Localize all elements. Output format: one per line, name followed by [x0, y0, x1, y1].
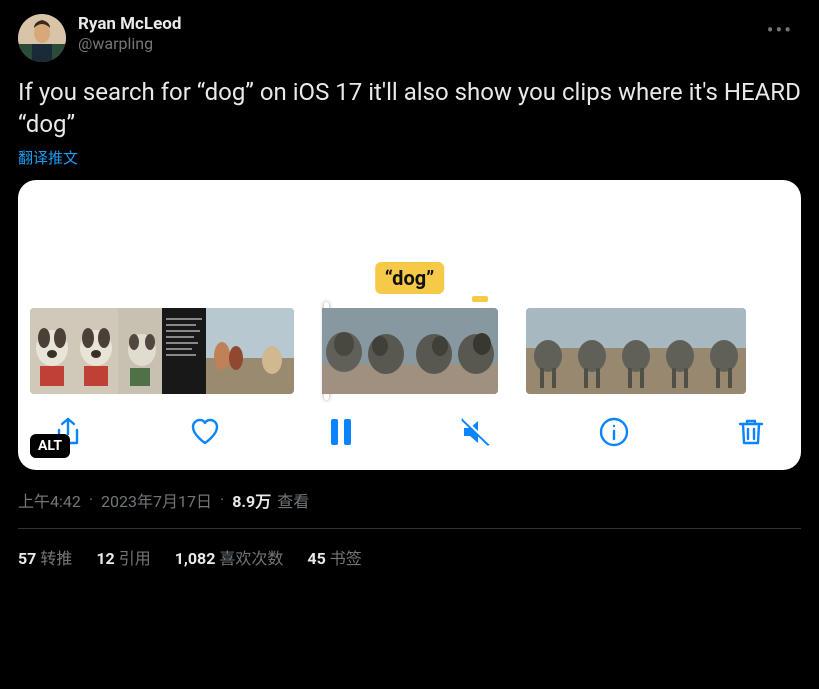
- likes-count: 1,082: [175, 549, 216, 568]
- clip-frame: [30, 308, 74, 394]
- bookmarks-label: 书签: [330, 545, 362, 569]
- views-label: 查看: [277, 488, 309, 512]
- tweet-header: Ryan McLeod @warpling •••: [18, 14, 801, 62]
- retweets-stat[interactable]: 57 转推: [18, 545, 72, 569]
- tweet-date[interactable]: 2023年7月17日: [101, 488, 212, 512]
- media-attachment[interactable]: “dog”: [18, 180, 801, 470]
- bookmarks-count: 45: [307, 549, 325, 568]
- tweet-stats: 57 转推 12 引用 1,082 喜欢次数 45 书签: [18, 545, 801, 569]
- views-count[interactable]: 8.9万: [232, 488, 271, 512]
- clip-frame: [702, 308, 746, 394]
- clip-frame: [322, 308, 366, 394]
- tweet-meta: 上午4:42 · 2023年7月17日 · 8.9万 查看: [18, 488, 801, 529]
- mute-button[interactable]: [460, 416, 492, 448]
- quotes-label: 引用: [119, 545, 151, 569]
- quotes-stat[interactable]: 12 引用: [96, 545, 150, 569]
- translate-link[interactable]: 翻译推文: [18, 147, 801, 168]
- clip-frame: [74, 308, 118, 394]
- retweets-label: 转推: [40, 545, 72, 569]
- bookmarks-stat[interactable]: 45 书签: [307, 545, 361, 569]
- likes-stat[interactable]: 1,082 喜欢次数: [175, 545, 284, 569]
- clip-group-active[interactable]: [322, 308, 498, 394]
- author-block: Ryan McLeod @warpling: [78, 14, 181, 53]
- clip-frame: [614, 308, 658, 394]
- clip-frame: [454, 308, 498, 394]
- clip-group[interactable]: [526, 308, 746, 394]
- media-toolbar: [18, 394, 801, 470]
- author-handle[interactable]: @warpling: [78, 34, 181, 53]
- pause-button[interactable]: [327, 416, 355, 448]
- timeline-marker: [472, 296, 488, 302]
- separator: ·: [89, 490, 93, 509]
- clip-frame: [658, 308, 702, 394]
- separator: ·: [220, 490, 224, 509]
- info-button[interactable]: [598, 416, 630, 448]
- clip-frame: [118, 308, 162, 394]
- clip-frame: [570, 308, 614, 394]
- retweets-count: 57: [18, 549, 36, 568]
- alt-badge[interactable]: ALT: [30, 434, 70, 458]
- clip-frame: [162, 308, 206, 394]
- avatar[interactable]: [18, 14, 66, 62]
- quotes-count: 12: [96, 549, 114, 568]
- clip-frame: [366, 308, 410, 394]
- tweet-time[interactable]: 上午4:42: [18, 488, 81, 512]
- more-options-button[interactable]: •••: [759, 14, 801, 46]
- heart-button[interactable]: [189, 416, 221, 448]
- search-term-badge: “dog”: [375, 262, 445, 294]
- clip-frame: [250, 308, 294, 394]
- clip-frame: [526, 308, 570, 394]
- likes-label: 喜欢次数: [219, 545, 283, 569]
- clip-frame: [410, 308, 454, 394]
- tweet-text: If you search for “dog” on iOS 17 it'll …: [18, 76, 801, 141]
- author-name[interactable]: Ryan McLeod: [78, 14, 181, 34]
- clip-frame: [206, 308, 250, 394]
- clip-group[interactable]: [30, 308, 294, 394]
- trash-button[interactable]: [735, 416, 767, 448]
